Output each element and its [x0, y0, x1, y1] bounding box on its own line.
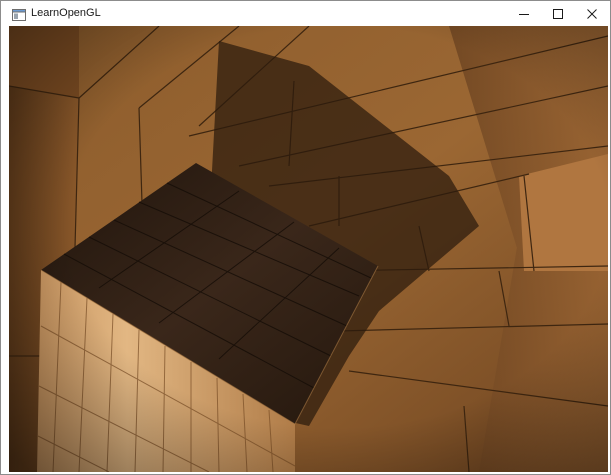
render-scene — [9, 26, 608, 472]
window-app-icon — [12, 8, 26, 21]
minimize-button[interactable] — [507, 1, 541, 26]
title-bar[interactable]: LearnOpenGL — [1, 1, 610, 26]
app-window: LearnOpenGL — [0, 0, 611, 475]
close-button[interactable] — [575, 1, 609, 26]
minimize-icon — [519, 13, 529, 15]
close-icon — [587, 8, 597, 19]
vignette-overlay — [9, 26, 608, 472]
opengl-viewport[interactable] — [9, 26, 608, 472]
window-title: LearnOpenGL — [31, 7, 101, 19]
maximize-button[interactable] — [541, 1, 575, 26]
maximize-icon — [553, 8, 563, 19]
